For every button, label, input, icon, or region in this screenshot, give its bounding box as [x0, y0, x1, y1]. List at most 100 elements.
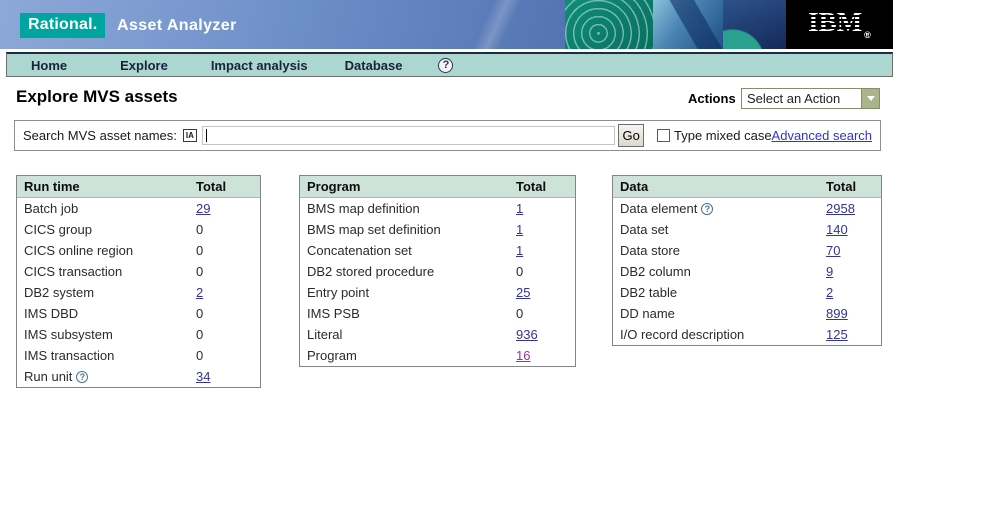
table-row: Program 16	[300, 345, 575, 366]
total-link[interactable]: 34	[196, 369, 210, 384]
mixed-case-checkbox[interactable]	[657, 129, 670, 142]
total-link[interactable]: 1	[516, 201, 523, 216]
row-total: 2	[826, 285, 833, 300]
table-row: Run unit? 34	[17, 366, 260, 387]
table-row: IMS subsystem 0	[17, 324, 260, 345]
total-value: 0	[196, 264, 204, 279]
row-label-text: BMS map definition	[307, 201, 420, 216]
row-label-text: Batch job	[24, 201, 79, 216]
total-link[interactable]: 25	[516, 285, 530, 300]
row-total: 34	[196, 369, 210, 384]
table-row: BMS map definition 1	[300, 198, 575, 219]
table-title: Data	[620, 179, 649, 194]
row-label: IMS PSB	[300, 306, 360, 321]
table-row: DB2 stored procedure 0	[300, 261, 575, 282]
total-value: 0	[196, 306, 204, 321]
row-total: 0	[196, 264, 203, 279]
row-label: Data element?	[613, 201, 714, 216]
row-label-text: I/O record description	[620, 327, 745, 342]
data-table: Data Total Data element? 2958 Data set 140 D…	[612, 175, 882, 346]
row-total: 0	[196, 222, 203, 237]
table-row: Data set 140	[613, 219, 881, 240]
row-label: Entry point	[300, 285, 369, 300]
actions-select-button[interactable]	[861, 89, 879, 108]
row-total: 16	[516, 348, 530, 363]
row-label: Data set	[613, 222, 668, 237]
chevron-down-icon	[866, 96, 875, 101]
total-value: 0	[196, 327, 204, 342]
row-label: DD name	[613, 306, 675, 321]
row-total: 0	[196, 348, 203, 363]
row-total: 2	[196, 285, 203, 300]
nav-item-explore[interactable]: Explore	[120, 58, 168, 73]
total-link[interactable]: 1	[516, 222, 523, 237]
row-total: 125	[826, 327, 848, 342]
table-row: I/O record description 125	[613, 324, 881, 345]
nav-items: Home Explore Impact analysis Database	[7, 58, 402, 73]
total-link[interactable]: 1	[516, 243, 523, 258]
total-link[interactable]: 140	[826, 222, 848, 237]
total-value: 0	[196, 348, 204, 363]
rational-brand-logo: Rational.	[20, 13, 106, 38]
total-value: 0	[516, 306, 524, 321]
row-label: CICS transaction	[17, 264, 122, 279]
row-total: 2958	[826, 201, 855, 216]
row-label: DB2 system	[17, 285, 94, 300]
row-label: CICS online region	[17, 243, 133, 258]
search-input[interactable]	[202, 127, 615, 144]
total-link[interactable]: 2	[196, 285, 203, 300]
total-link[interactable]: 2	[826, 285, 833, 300]
total-link[interactable]: 70	[826, 243, 840, 258]
nav-item-impact-analysis[interactable]: Impact analysis	[211, 58, 308, 73]
row-label-text: DB2 column	[620, 264, 691, 279]
help-icon[interactable]: ?	[701, 202, 714, 215]
row-total: 0	[516, 306, 523, 321]
row-label-text: IMS DBD	[24, 306, 79, 321]
row-label-text: Concatenation set	[307, 243, 412, 258]
nav-item-database[interactable]: Database	[345, 58, 403, 73]
total-link[interactable]: 9	[826, 264, 833, 279]
row-total: 1	[516, 222, 523, 237]
row-total: 0	[196, 306, 203, 321]
total-link[interactable]: 2958	[826, 201, 855, 216]
row-total: 0	[516, 264, 523, 279]
row-total: 1	[516, 201, 523, 216]
row-total: 0	[196, 327, 203, 342]
table-row: Concatenation set 1	[300, 240, 575, 261]
table-row: Batch job 29	[17, 198, 260, 219]
program-table: Program Total BMS map definition 1 BMS map…	[299, 175, 576, 367]
total-link[interactable]: 16	[516, 348, 530, 363]
row-label: DB2 column	[613, 264, 691, 279]
banner-artwork-teal-swirl	[565, 0, 653, 49]
table-row: DB2 system 2	[17, 282, 260, 303]
row-label: BMS map definition	[300, 201, 420, 216]
advanced-search-link[interactable]: Advanced search	[772, 128, 872, 143]
row-label-text: IMS subsystem	[24, 327, 113, 342]
actions-select[interactable]: Select an Action	[741, 88, 880, 109]
search-panel: Search MVS asset names: IA Go Type mixed…	[14, 120, 881, 151]
table-row: CICS transaction 0	[17, 261, 260, 282]
row-label-text: Literal	[307, 327, 343, 342]
row-total: 9	[826, 264, 833, 279]
row-label: CICS group	[17, 222, 92, 237]
total-link[interactable]: 125	[826, 327, 848, 342]
text-cursor	[205, 129, 207, 142]
row-total: 936	[516, 327, 538, 342]
row-label-text: Data set	[620, 222, 669, 237]
total-link[interactable]: 899	[826, 306, 848, 321]
banner-artwork	[565, 0, 786, 49]
total-link[interactable]: 936	[516, 327, 538, 342]
nav-item-home[interactable]: Home	[31, 58, 67, 73]
row-total: 899	[826, 306, 848, 321]
help-icon[interactable]: ?	[76, 370, 89, 383]
row-label-text: DD name	[620, 306, 675, 321]
table-row: Literal 936	[300, 324, 575, 345]
go-button[interactable]: Go	[618, 124, 645, 147]
row-label: Program	[300, 348, 357, 363]
actions-label: Actions	[688, 91, 736, 106]
nav-help-icon[interactable]: ?	[438, 57, 454, 73]
table-title: Run time	[24, 179, 80, 194]
main-navigation: Home Explore Impact analysis Database ?	[6, 52, 893, 77]
table-row: DB2 table 2	[613, 282, 881, 303]
total-link[interactable]: 29	[196, 201, 210, 216]
